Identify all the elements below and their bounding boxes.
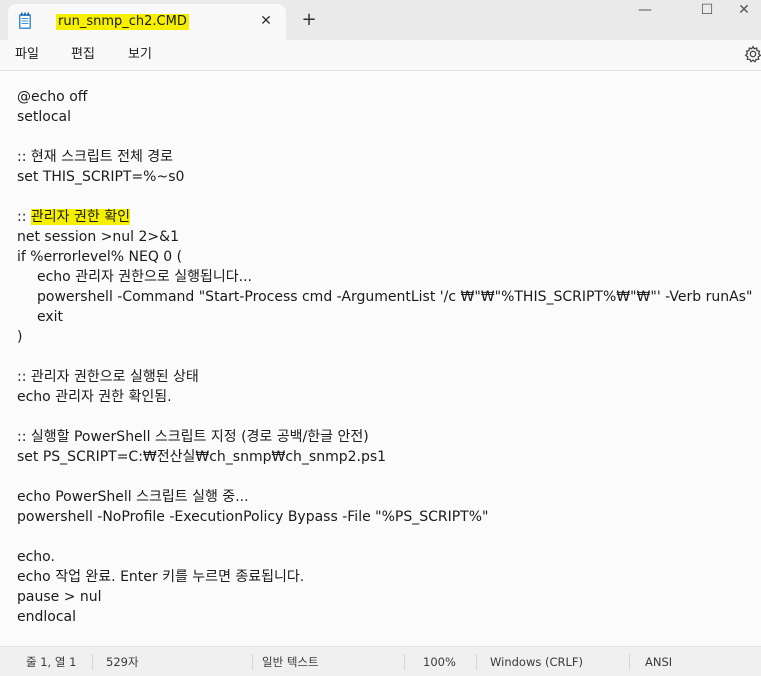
- close-tab-icon[interactable]: ✕: [258, 13, 274, 29]
- status-divider: [629, 654, 630, 670]
- new-tab-icon[interactable]: +: [300, 11, 318, 29]
- tab-title: run_snmp_ch2.CMD: [56, 14, 189, 30]
- title-bar: run_snmp_ch2.CMD ✕ + — ☐ ✕: [0, 0, 761, 40]
- code-line: net session >nul 2>&1: [17, 229, 179, 245]
- code-line: if %errorlevel% NEQ 0 (: [17, 249, 183, 265]
- code-line: :: 실행할 PowerShell 스크립트 지정 (경로 공백/한글 안전): [17, 429, 369, 445]
- code-line: @echo off: [17, 89, 88, 105]
- status-bar: 줄 1, 열 1 529자 일반 텍스트 100% Windows (CRLF)…: [0, 646, 761, 676]
- maximize-icon[interactable]: ☐: [684, 0, 730, 22]
- character-count: 529자: [106, 655, 139, 669]
- code-line: echo 작업 완료. Enter 키를 누르면 종료됩니다.: [17, 569, 305, 585]
- code-prefix: ::: [17, 209, 31, 225]
- code-line: ): [17, 329, 23, 345]
- menu-edit[interactable]: 편집: [71, 46, 95, 64]
- menu-view[interactable]: 보기: [128, 46, 152, 64]
- code-line: :: 관리자 권한으로 실행된 상태: [17, 369, 199, 385]
- status-divider: [92, 654, 93, 670]
- text-format: 일반 텍스트: [262, 655, 319, 669]
- code-line: powershell -Command "Start-Process cmd -…: [37, 289, 753, 305]
- code-line: echo 관리자 권한으로 실행됩니다...: [37, 269, 253, 285]
- code-line: powershell -NoProfile -ExecutionPolicy B…: [17, 509, 489, 525]
- status-divider: [404, 654, 405, 670]
- menu-file[interactable]: 파일: [15, 46, 39, 64]
- close-window-icon[interactable]: ✕: [727, 0, 761, 22]
- code-line: pause > nul: [17, 589, 102, 605]
- status-divider: [252, 654, 253, 670]
- menu-bar: 파일 편집 보기: [0, 40, 761, 71]
- code-line: exit: [37, 309, 64, 325]
- code-line: echo PowerShell 스크립트 실행 중...: [17, 489, 249, 505]
- status-divider: [476, 654, 477, 670]
- cursor-position[interactable]: 줄 1, 열 1: [26, 655, 76, 669]
- code-line: set THIS_SCRIPT=%~s0: [17, 169, 185, 185]
- code-line: :: 현재 스크립트 전체 경로: [17, 149, 174, 165]
- minimize-icon[interactable]: —: [622, 0, 668, 22]
- code-line: echo 관리자 권한 확인됨.: [17, 389, 172, 405]
- code-line: :: 관리자 권한 확인: [17, 207, 130, 227]
- highlighted-text: 관리자 권한 확인: [30, 209, 130, 225]
- text-editor[interactable]: @echo off setlocal :: 현재 스크립트 전체 경로 set …: [0, 71, 761, 646]
- code-line: endlocal: [17, 609, 76, 625]
- gear-icon[interactable]: [744, 45, 761, 63]
- notepad-icon: [19, 12, 31, 29]
- code-line: set PS_SCRIPT=C:₩전산실₩ch_snmp₩ch_snmp2.ps…: [17, 449, 387, 465]
- code-line: echo.: [17, 549, 55, 565]
- encoding[interactable]: ANSI: [645, 655, 672, 669]
- tab-active[interactable]: run_snmp_ch2.CMD ✕: [8, 4, 286, 40]
- code-line: setlocal: [17, 109, 72, 125]
- line-ending[interactable]: Windows (CRLF): [490, 655, 583, 669]
- zoom-level[interactable]: 100%: [423, 655, 456, 669]
